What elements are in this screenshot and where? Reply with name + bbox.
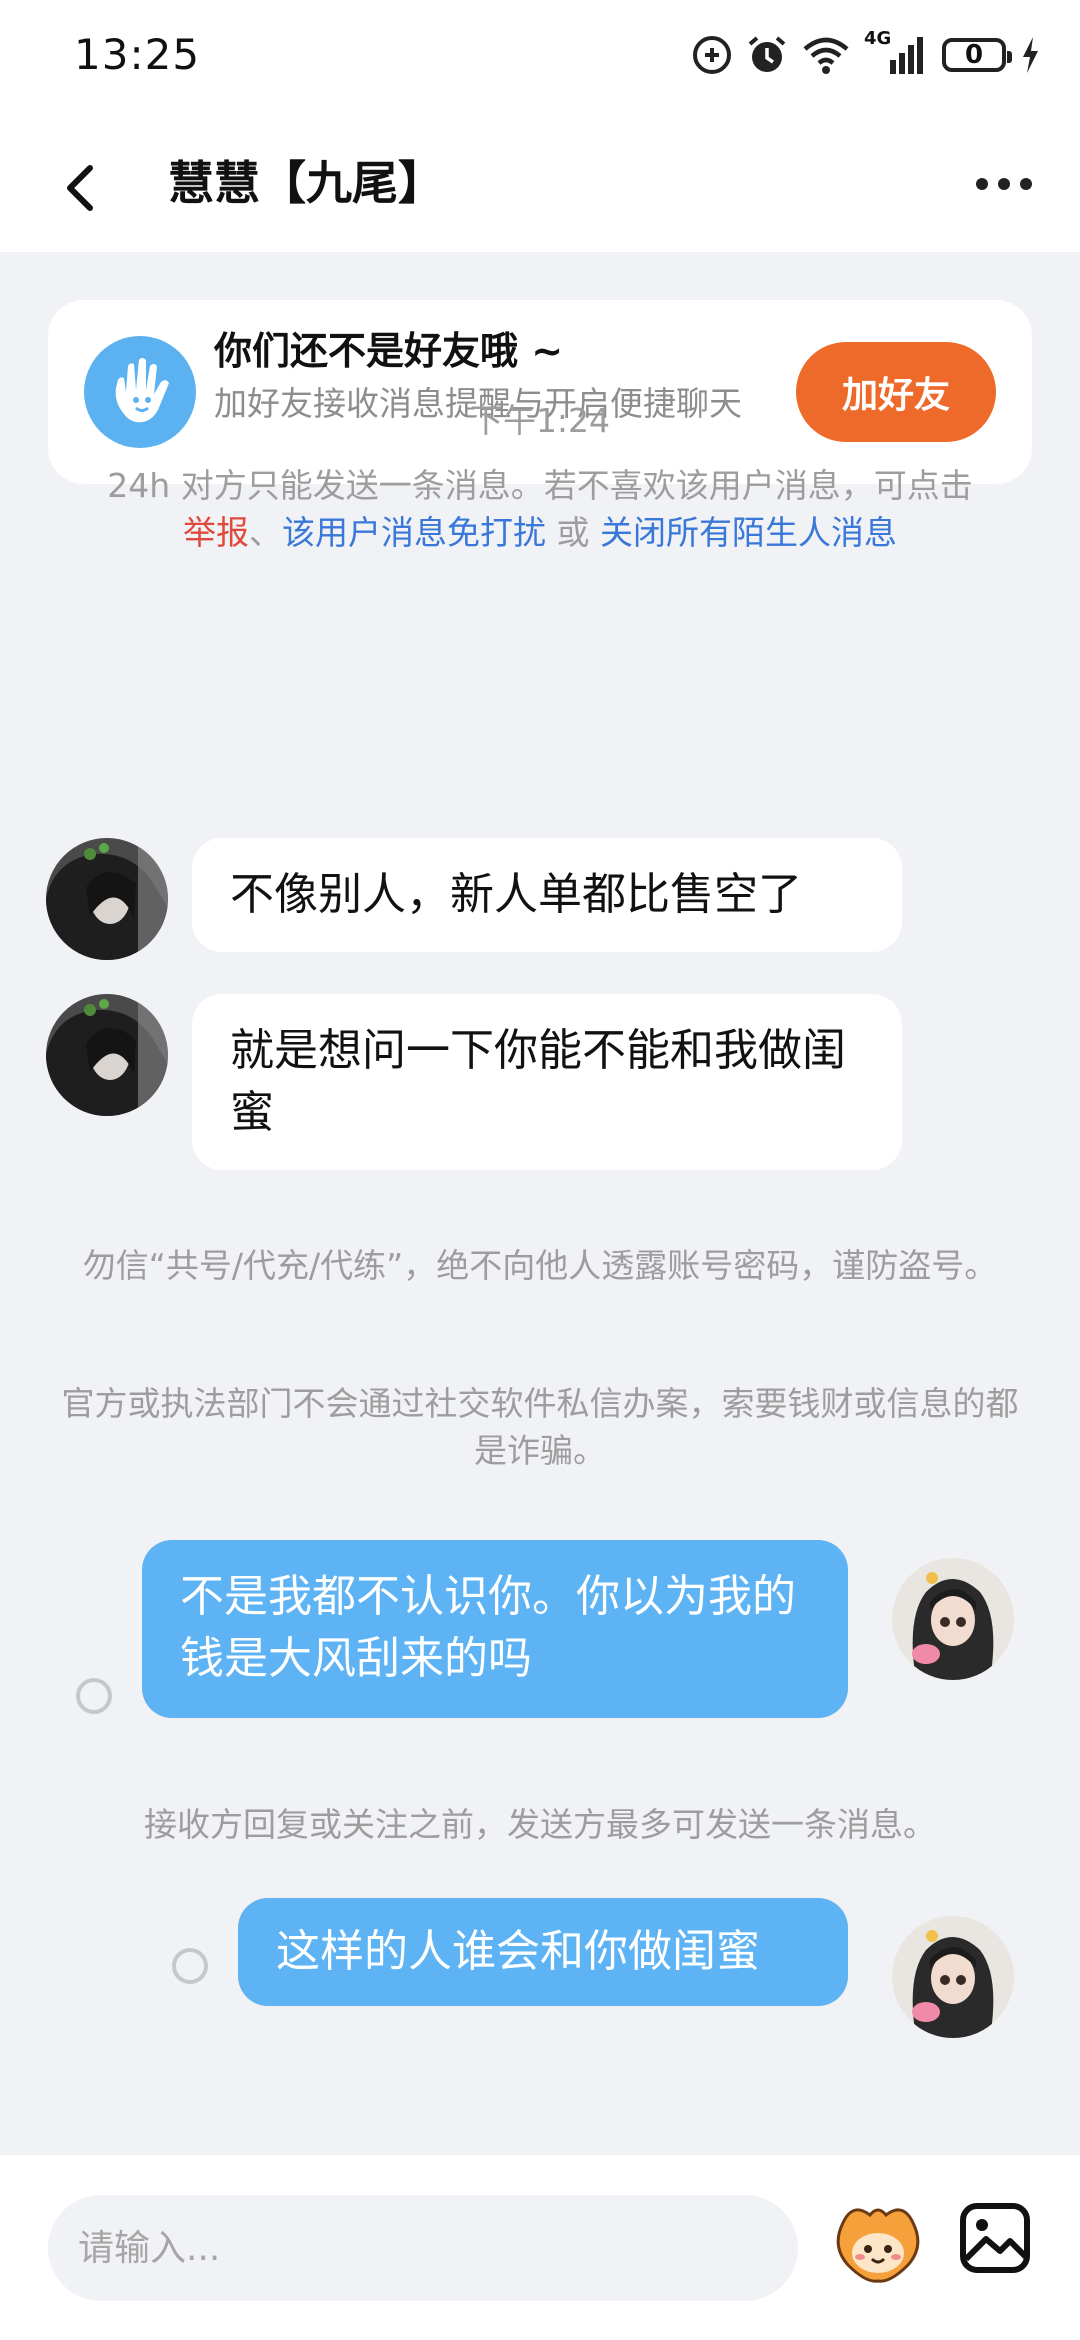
message-select-radio[interactable] — [172, 1948, 208, 1984]
report-link[interactable]: 举报 — [183, 513, 249, 552]
chevron-left-icon — [67, 165, 93, 211]
safety-notice-account: 勿信“共号/代充/代练”，绝不向他人透露账号密码，谨防盗号。 — [82, 1246, 998, 1285]
sender-avatar[interactable] — [46, 838, 168, 960]
chat-header: 慧慧【九尾】 — [0, 120, 1080, 252]
image-icon — [960, 2203, 1030, 2273]
outgoing-message[interactable]: 这样的人谁会和你做闺蜜 — [238, 1898, 848, 2006]
card-title: 你们还不是好友哦 ~ — [214, 329, 564, 373]
outgoing-message[interactable]: 不是我都不认识你。你以为我的钱是大风刮来的吗 — [142, 1540, 848, 1718]
battery-level: 0 — [964, 40, 984, 70]
limit-notice: 24h 对方只能发送一条消息。若不喜欢该用户消息，可点击 举报、该用户消息免打扰… — [60, 462, 1020, 556]
status-time: 13:25 — [74, 30, 201, 79]
close-strangers-link[interactable]: 关闭所有陌生人消息 — [600, 513, 897, 552]
message-text: 不是我都不认识你。你以为我的钱是大风刮来的吗 — [180, 1571, 796, 1684]
safety-notice-fraud: 官方或执法部门不会通过社交软件私信办案，索要钱财或信息的都是诈骗。 — [61, 1384, 1019, 1470]
wifi-icon — [803, 37, 849, 74]
battery-icon: 0 — [942, 38, 1012, 72]
alarm-icon — [748, 36, 786, 72]
status-bar: 13:25 4G 0 — [0, 0, 1080, 120]
page-title: 慧慧【九尾】 — [168, 156, 444, 210]
message-select-radio[interactable] — [76, 1678, 112, 1714]
image-button[interactable] — [958, 2201, 1032, 2275]
chat-area[interactable]: 你们还不是好友哦 ~ 加好友接收消息提醒与开启便捷聊天 加好友 下午1:24 2… — [0, 252, 1080, 2155]
emoji-button[interactable] — [830, 2195, 926, 2291]
mascot-emoji-icon — [836, 2208, 920, 2283]
message-input[interactable] — [48, 2195, 798, 2301]
own-avatar[interactable] — [892, 1916, 1014, 2038]
more-dot — [998, 178, 1010, 190]
incoming-message[interactable]: 不像别人，新人单都比售空了 — [192, 838, 902, 952]
status-icons: 4G 0 — [692, 28, 1040, 80]
signal-icon: 4G — [864, 28, 928, 76]
send-limit-notice: 接收方回复或关注之前，发送方最多可发送一条消息。 — [144, 1805, 936, 1844]
charging-icon — [1023, 37, 1038, 73]
input-bar — [0, 2155, 1080, 2340]
more-button[interactable] — [976, 178, 1032, 190]
message-timestamp: 下午1:24 — [469, 401, 611, 440]
separator-or: 或 — [546, 513, 600, 552]
back-button[interactable] — [56, 152, 116, 222]
message-text: 不像别人，新人单都比售空了 — [230, 869, 802, 920]
mute-user-link[interactable]: 该用户消息免打扰 — [282, 513, 546, 552]
incoming-message[interactable]: 就是想问一下你能不能和我做闺蜜 — [192, 994, 902, 1170]
message-text: 这样的人谁会和你做闺蜜 — [276, 1926, 760, 1977]
own-avatar[interactable] — [892, 1558, 1014, 1680]
message-text: 就是想问一下你能不能和我做闺蜜 — [230, 1025, 846, 1138]
more-dot — [1020, 178, 1032, 190]
data-saver-icon — [693, 36, 731, 74]
more-horizontal-icon — [976, 178, 988, 190]
separator: 、 — [249, 513, 282, 552]
sender-avatar[interactable] — [46, 994, 168, 1116]
add-friend-card: 你们还不是好友哦 ~ 加好友接收消息提醒与开启便捷聊天 加好友 — [48, 300, 1032, 484]
limit-notice-text: 24h 对方只能发送一条消息。若不喜欢该用户消息，可点击 — [107, 466, 973, 505]
